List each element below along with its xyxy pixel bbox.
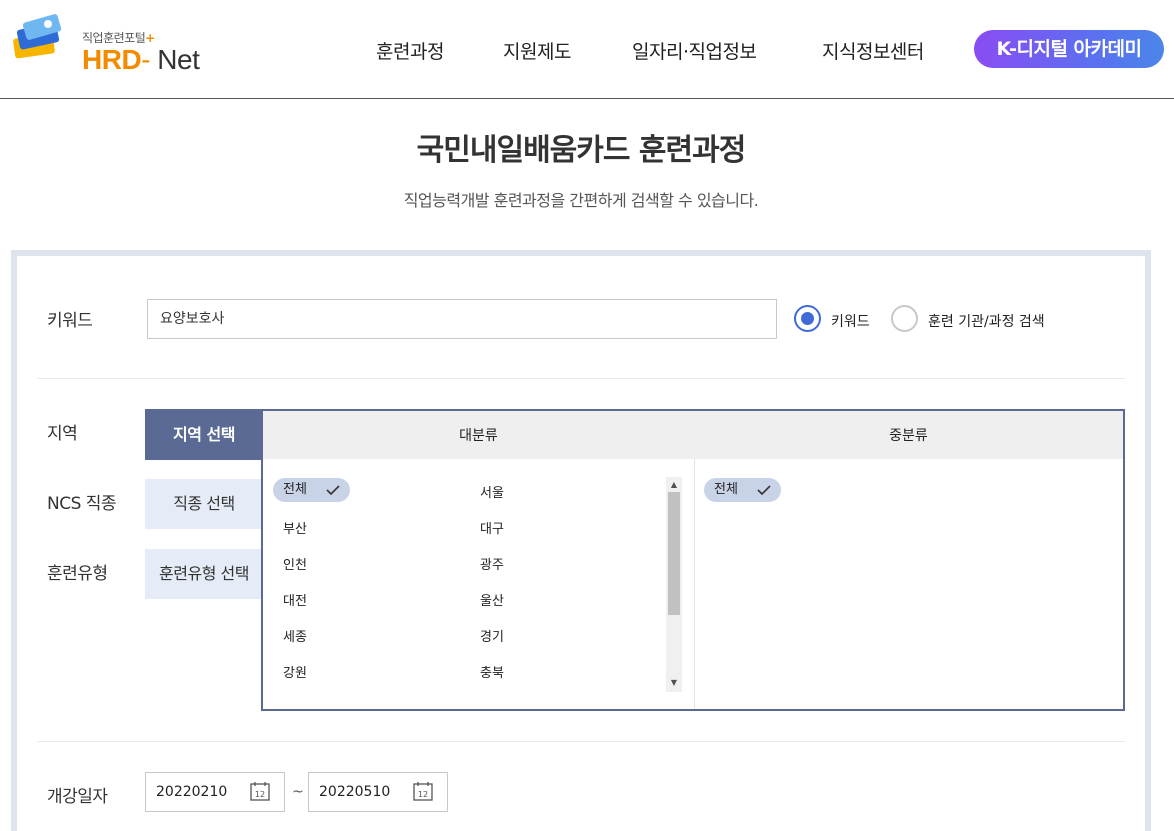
radio-keyword-label[interactable]: 키워드	[831, 311, 870, 331]
region-item[interactable]: 인천	[283, 554, 307, 573]
calendar-icon[interactable]: 12	[249, 780, 271, 802]
minor-item-all[interactable]: 전체	[704, 478, 781, 502]
page-title: 국민내일배움카드 훈련과정	[416, 133, 747, 168]
logo-icon	[13, 14, 62, 59]
radio-keyword[interactable]	[794, 305, 821, 332]
check-icon	[326, 485, 340, 496]
nav-support-system[interactable]: 지원제도	[503, 37, 571, 64]
region-item[interactable]: 세종	[283, 626, 307, 645]
region-selector: 대분류 중분류	[261, 409, 1125, 711]
start-date-label: 개강일자	[47, 787, 108, 807]
major-item-all[interactable]: 전체	[273, 478, 350, 502]
region-item[interactable]: 울산	[480, 590, 504, 609]
region-item[interactable]: 광주	[480, 554, 504, 573]
date-range-separator: ~	[292, 784, 304, 800]
region-item[interactable]: 대구	[480, 518, 504, 537]
nav-training-courses[interactable]: 훈련과정	[376, 37, 444, 64]
k-digital-academy-button[interactable]: K-디지털 아카데미	[974, 30, 1164, 68]
calendar-icon[interactable]: 12	[412, 780, 434, 802]
minor-category-header: 중분류	[889, 428, 928, 444]
tab-training-type-select[interactable]: 훈련유형 선택	[145, 549, 263, 599]
region-item[interactable]: 충북	[480, 662, 504, 681]
radio-institution-course[interactable]	[891, 305, 918, 332]
scroll-up-icon[interactable]: ▲	[666, 478, 682, 492]
svg-text:12: 12	[255, 790, 265, 799]
check-icon	[757, 485, 771, 496]
nav-knowledge-center[interactable]: 지식정보센터	[822, 37, 924, 64]
svg-text:12: 12	[418, 790, 428, 799]
keyword-label: 키워드	[47, 311, 93, 331]
region-item[interactable]: 서울	[480, 482, 504, 501]
minor-item-all-label: 전체	[714, 482, 738, 497]
site-header: 직업훈련포털+ HRD- Net 훈련과정 지원제도 일자리·직업정보 지식정보…	[0, 0, 1174, 99]
tab-ncs-select[interactable]: 직종 선택	[145, 479, 263, 529]
ncs-label: NCS 직종	[47, 494, 117, 514]
major-item-all-label: 전체	[283, 482, 307, 497]
tab-region-select[interactable]: 지역 선택	[145, 409, 263, 460]
logo-wordmark: HRD- Net	[82, 44, 200, 75]
region-label: 지역	[47, 424, 78, 444]
major-category-header: 대분류	[459, 428, 498, 444]
training-type-label: 훈련유형	[47, 564, 108, 584]
divider	[37, 741, 1125, 742]
region-item[interactable]: 대전	[283, 590, 307, 609]
nav-job-info[interactable]: 일자리·직업정보	[632, 37, 757, 64]
region-item[interactable]: 부산	[283, 518, 307, 537]
scrollbar-thumb[interactable]	[668, 492, 680, 615]
scroll-down-icon[interactable]: ▼	[666, 676, 682, 690]
region-item[interactable]: 경기	[480, 626, 504, 645]
region-item[interactable]: 강원	[283, 662, 307, 681]
keyword-input[interactable]: 요양보호사	[147, 299, 777, 339]
page-subtitle: 직업능력개발 훈련과정을 간편하게 검색할 수 있습니다.	[403, 191, 759, 210]
hrd-net-logo[interactable]: 직업훈련포털+ HRD- Net	[10, 14, 210, 75]
radio-institution-course-label[interactable]: 훈련 기관/과정 검색	[928, 311, 1045, 331]
selector-divider	[694, 459, 695, 709]
divider	[37, 378, 1125, 379]
selector-header: 대분류 중분류	[263, 411, 1123, 459]
